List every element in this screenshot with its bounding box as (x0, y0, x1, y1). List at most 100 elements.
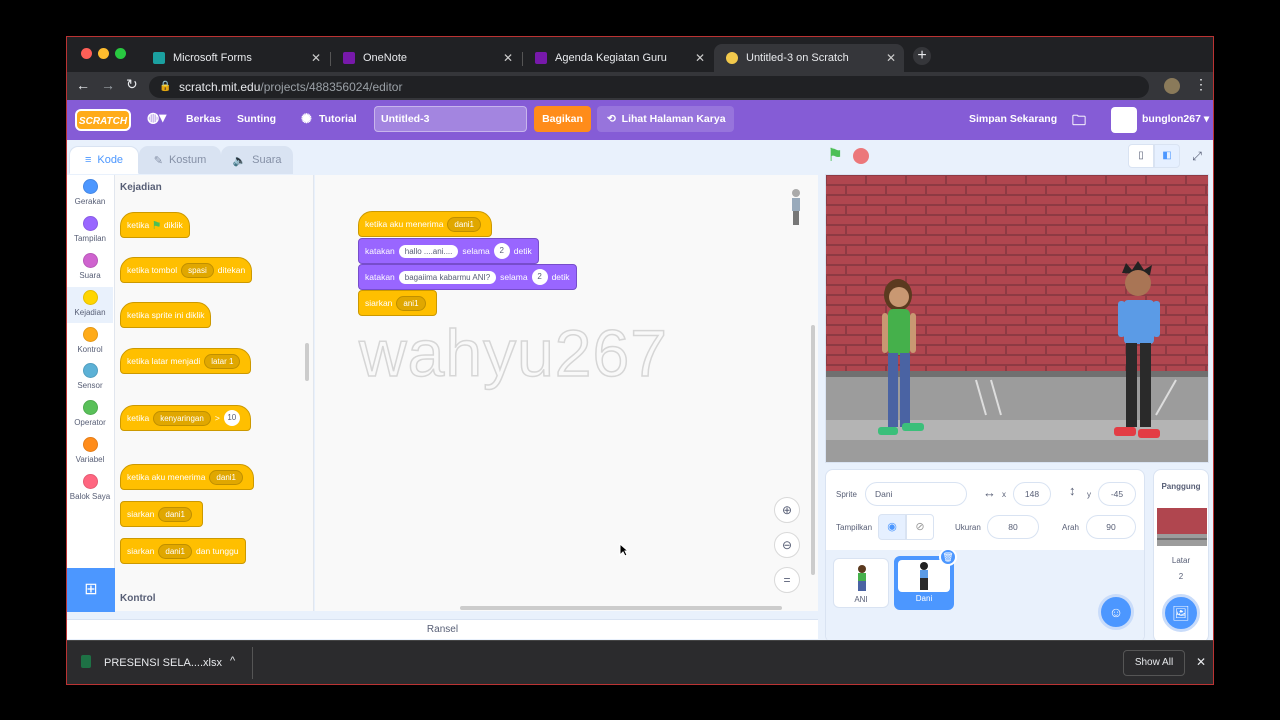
add-backdrop-icon[interactable]: 🖼 (1162, 594, 1200, 632)
chevron-up-icon[interactable]: ^ (230, 655, 235, 667)
zoom-reset-icon[interactable]: = (774, 567, 800, 593)
script-v-scrollbar[interactable] (811, 325, 815, 575)
tab-code[interactable]: ≡ Kode (69, 146, 139, 174)
close-tab-icon[interactable]: ✕ (311, 51, 321, 65)
show-eye-icon[interactable]: ◉ (878, 514, 906, 540)
large-stage-icon[interactable]: ◧ (1154, 144, 1180, 168)
back-arrow-icon[interactable]: ← (76, 77, 90, 93)
message-dropdown[interactable]: dani1 (158, 506, 192, 522)
backpack-bar[interactable]: Ransel (67, 619, 818, 639)
message-dropdown[interactable]: dani1 (209, 469, 243, 485)
hide-eye-icon[interactable]: ⊘ (906, 514, 934, 540)
block-when-flag-clicked[interactable]: ketika ⚑ diklik (120, 212, 190, 238)
category-sound[interactable]: Suara (67, 253, 113, 280)
menu-sunting[interactable]: Sunting (237, 113, 276, 125)
x-input[interactable]: 148 (1013, 482, 1051, 506)
new-tab-icon[interactable]: + (913, 47, 931, 65)
username-menu[interactable]: bunglon267 ▾ (1142, 113, 1209, 125)
script-area[interactable]: wahyu267 ketika aku menerima dani1 kataka… (315, 175, 818, 611)
url-bar[interactable]: 🔒 scratch.mit.edu/projects/488356024/edi… (149, 76, 1149, 98)
green-flag-icon[interactable]: ⚑ (827, 145, 843, 166)
minimize-window-icon[interactable] (98, 48, 109, 59)
language-globe-icon[interactable]: ◍▾ (147, 109, 166, 126)
value-input[interactable]: 10 (223, 410, 240, 426)
seconds-input[interactable]: 2 (493, 243, 510, 259)
script-say-for-secs-2[interactable]: katakan bagaiima kabarmu ANI? selama 2 detik (358, 264, 577, 290)
palette-scrollbar[interactable] (305, 343, 309, 381)
browser-tab-onenote[interactable]: OneNote ✕ (331, 44, 521, 72)
category-variables[interactable]: Variabel (67, 437, 113, 464)
y-input[interactable]: -45 (1098, 482, 1136, 506)
forward-arrow-icon[interactable]: → (101, 77, 115, 93)
message-input[interactable]: bagaiima kabarmu ANI? (398, 270, 497, 284)
sprite-tile-dani[interactable]: Dani 🗑 (894, 548, 957, 610)
scratch-logo[interactable]: SCRATCH (75, 109, 131, 131)
reload-icon[interactable]: ↻ (126, 76, 138, 93)
maximize-window-icon[interactable] (115, 48, 126, 59)
message-input[interactable]: hallo ....ani.... (398, 244, 459, 258)
category-events[interactable]: Kejadian (67, 287, 113, 323)
folder-icon[interactable]: 🗀 (1072, 110, 1086, 134)
script-broadcast[interactable]: siarkan ani1 (358, 290, 437, 316)
tab-costumes[interactable]: ✎ Kostum (139, 146, 221, 174)
show-all-button[interactable]: Show All (1123, 650, 1185, 676)
small-stage-icon[interactable]: ▯ (1128, 144, 1154, 168)
sensor-dropdown[interactable]: kenyaringan (153, 410, 211, 426)
save-now-link[interactable]: Simpan Sekarang (969, 113, 1057, 125)
direction-input[interactable]: 90 (1086, 515, 1136, 539)
message-dropdown[interactable]: ani1 (396, 295, 426, 311)
block-when-i-receive[interactable]: ketika aku menerima dani1 (120, 464, 254, 490)
size-input[interactable]: 80 (987, 515, 1039, 539)
project-title-input[interactable]: Untitled-3 (374, 106, 527, 132)
tab-sounds[interactable]: 🔈 Suara (221, 146, 293, 174)
close-tab-icon[interactable]: ✕ (503, 51, 513, 65)
zoom-out-icon[interactable]: ⊖ (774, 532, 800, 558)
add-extension-button[interactable]: ⊞ (67, 568, 115, 612)
sprite-name-input[interactable]: Dani (865, 482, 967, 506)
delete-sprite-icon[interactable]: 🗑 (939, 548, 957, 566)
message-dropdown[interactable]: dani1 (158, 543, 192, 559)
category-looks[interactable]: Tampilan (67, 216, 113, 243)
profile-avatar[interactable] (1164, 78, 1180, 94)
stop-sign-icon[interactable] (853, 148, 869, 164)
block-broadcast[interactable]: siarkan dani1 (120, 501, 203, 527)
script-say-for-secs-1[interactable]: katakan hallo ....ani.... selama 2 detik (358, 238, 539, 264)
category-my-blocks[interactable]: Balok Saya (67, 474, 113, 501)
menu-tutorial[interactable]: Tutorial (319, 113, 357, 125)
block-when-loudness-greater[interactable]: ketika kenyaringan >10 (120, 405, 251, 431)
script-when-i-receive[interactable]: ketika aku menerima dani1 (358, 211, 492, 237)
backdrop-dropdown[interactable]: latar 1 (204, 353, 241, 369)
add-sprite-cat-icon[interactable]: ☺ (1098, 594, 1134, 630)
stage-target-panel[interactable]: Panggung Latar 2 🖼 (1153, 469, 1209, 643)
key-dropdown[interactable]: spasi (181, 262, 214, 278)
block-when-backdrop-switches[interactable]: ketika latar menjadi latar 1 (120, 348, 252, 374)
browser-tab-scratch[interactable]: Untitled-3 on Scratch ✕ (714, 44, 904, 72)
user-avatar[interactable] (1111, 107, 1137, 133)
menu-berkas[interactable]: Berkas (186, 113, 221, 125)
message-dropdown[interactable]: dani1 (447, 216, 481, 232)
stage[interactable] (825, 174, 1209, 463)
block-when-key-pressed[interactable]: ketika tombol spasi ditekan (120, 257, 253, 283)
block-broadcast-and-wait[interactable]: siarkan dani1 dan tunggu (120, 538, 246, 564)
close-tab-icon[interactable]: ✕ (886, 51, 896, 65)
zoom-in-icon[interactable]: ⊕ (774, 497, 800, 523)
tutorial-lightbulb-icon[interactable]: ✺ (301, 111, 312, 127)
category-motion[interactable]: Gerakan (67, 179, 113, 206)
see-project-page-button[interactable]: ⟲ Lihat Halaman Karya (597, 106, 734, 132)
category-operators[interactable]: Operator (67, 400, 113, 427)
sprite-tile-ani[interactable]: ANI (833, 558, 889, 608)
share-button[interactable]: Bagikan (534, 106, 591, 132)
menu-dots-icon[interactable]: ⋮ (1194, 76, 1208, 93)
seconds-input[interactable]: 2 (531, 269, 548, 285)
category-sensing[interactable]: Sensor (67, 363, 113, 390)
category-control[interactable]: Kontrol (67, 327, 113, 354)
close-window-icon[interactable] (81, 48, 92, 59)
fullscreen-icon[interactable]: ⤢ (1185, 144, 1209, 168)
browser-tab-agenda[interactable]: Agenda Kegiatan Guru ✕ (523, 44, 713, 72)
script-h-scrollbar[interactable] (460, 606, 782, 610)
close-download-bar-icon[interactable]: ✕ (1196, 655, 1206, 669)
block-when-sprite-clicked[interactable]: ketika sprite ini diklik (120, 302, 212, 328)
close-tab-icon[interactable]: ✕ (695, 51, 705, 65)
download-file-name[interactable]: PRESENSI SELA....xlsx (104, 657, 222, 669)
browser-tab-forms[interactable]: Microsoft Forms ✕ (141, 44, 329, 72)
